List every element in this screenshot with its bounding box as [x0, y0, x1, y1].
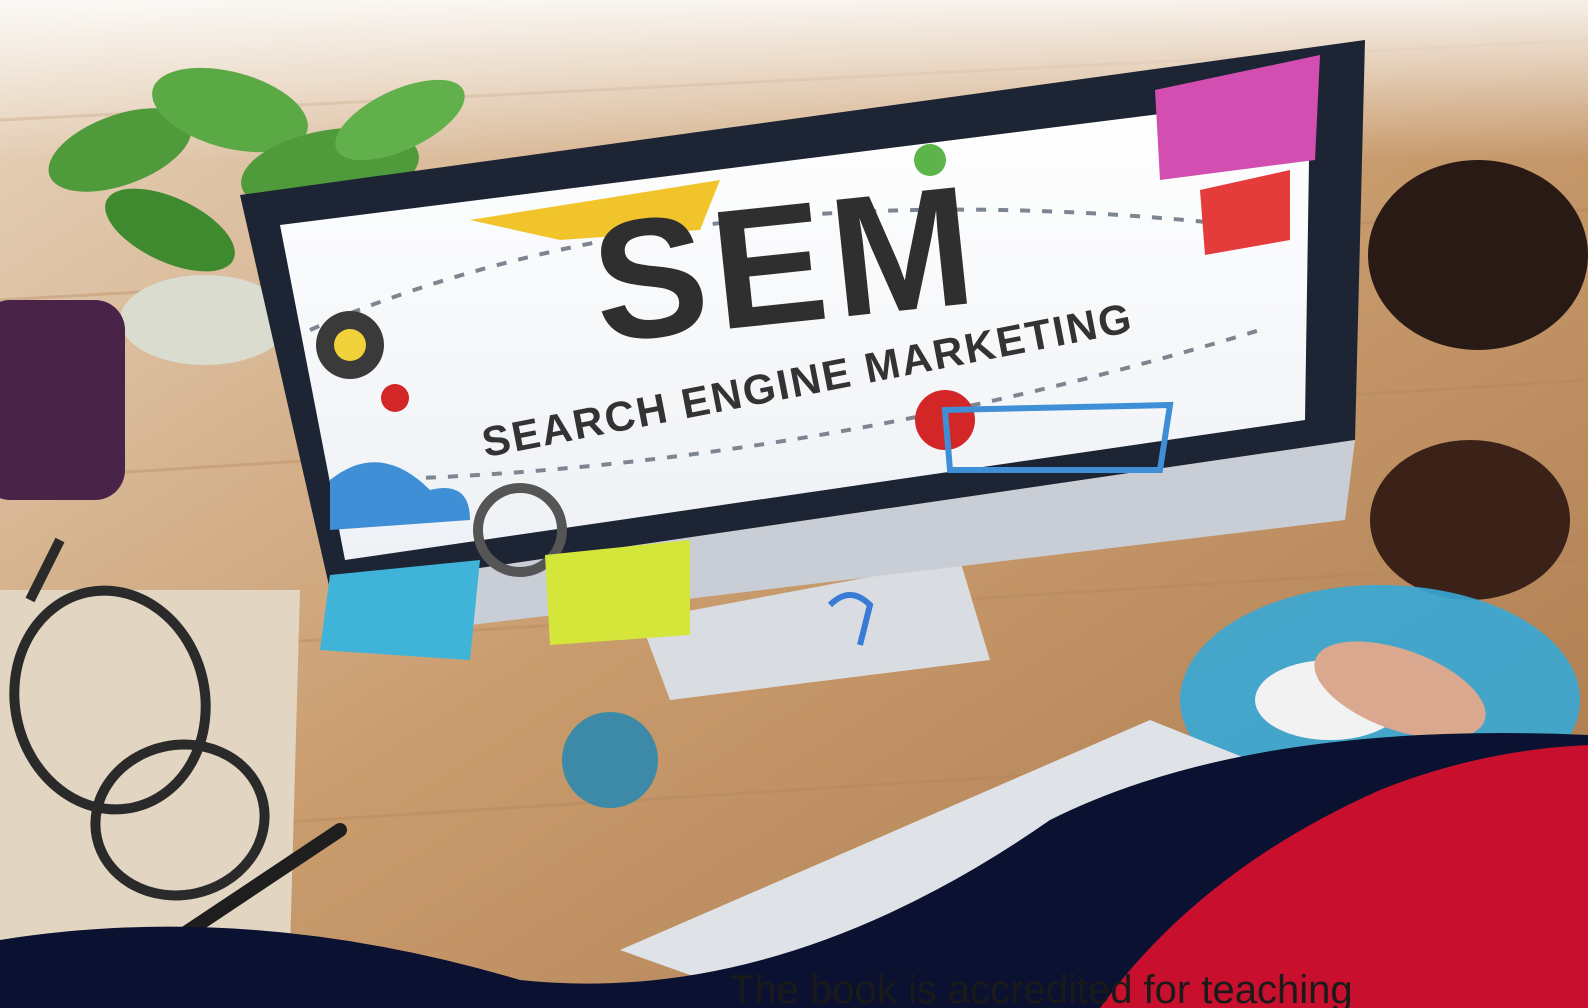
- rubber-bands: [562, 712, 658, 808]
- banner-caption: The book is accredited for teaching: [730, 968, 1353, 1008]
- coffee-cup-top: [1368, 160, 1588, 350]
- sticky-note-blue: [320, 560, 480, 660]
- wallet: [0, 300, 125, 500]
- coffee-cup-right: [1370, 440, 1570, 600]
- sticky-note-yellow: [545, 540, 690, 645]
- desk-scene: [0, 0, 1588, 1008]
- cover-image: SEM SEARCH ENGINE MARKETING The book is …: [0, 0, 1588, 1008]
